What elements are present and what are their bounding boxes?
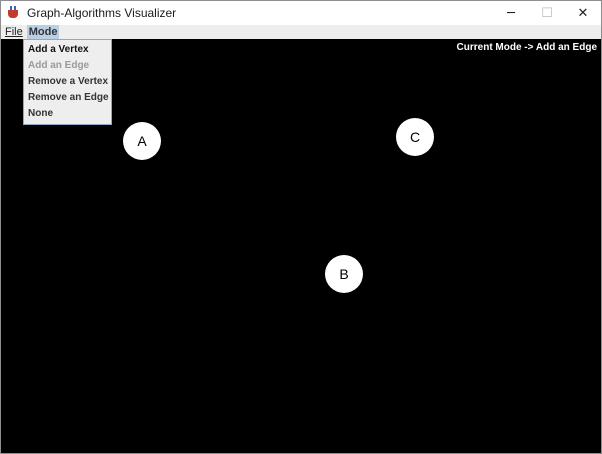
vertex-b[interactable]: B	[325, 255, 363, 293]
menu-bar: File Mode	[1, 25, 601, 39]
menu-file-label: File	[5, 26, 23, 38]
menu-file[interactable]: File	[3, 25, 25, 39]
menu-item-remove-vertex[interactable]: Remove a Vertex	[24, 74, 111, 90]
window-controls: ─ ☐ ✕	[493, 1, 601, 25]
maximize-button[interactable]: ☐	[529, 1, 565, 25]
menu-mode[interactable]: Mode	[26, 25, 60, 39]
app-window: Graph-Algorithms Visualizer ─ ☐ ✕ File M…	[0, 0, 602, 454]
title-bar[interactable]: Graph-Algorithms Visualizer ─ ☐ ✕	[1, 1, 601, 25]
java-cup-icon	[7, 6, 21, 20]
mode-dropdown-menu: Add a Vertex Add an Edge Remove a Vertex…	[23, 39, 112, 125]
vertex-label: B	[339, 266, 349, 282]
menu-item-none[interactable]: None	[24, 106, 111, 122]
window-title: Graph-Algorithms Visualizer	[27, 6, 177, 20]
vertex-label: C	[409, 129, 421, 145]
menu-mode-label: Mode	[28, 26, 58, 38]
close-button[interactable]: ✕	[565, 1, 601, 25]
menu-item-add-vertex[interactable]: Add a Vertex	[24, 42, 111, 58]
vertex-c[interactable]: C	[396, 118, 434, 156]
menu-item-remove-edge[interactable]: Remove an Edge	[24, 90, 111, 106]
vertex-label: A	[137, 133, 147, 149]
current-mode-label: Current Mode -> Add an Edge	[456, 42, 597, 53]
minimize-button[interactable]: ─	[493, 1, 529, 25]
menu-item-add-edge[interactable]: Add an Edge	[24, 58, 111, 74]
vertex-a[interactable]: A	[123, 122, 161, 160]
